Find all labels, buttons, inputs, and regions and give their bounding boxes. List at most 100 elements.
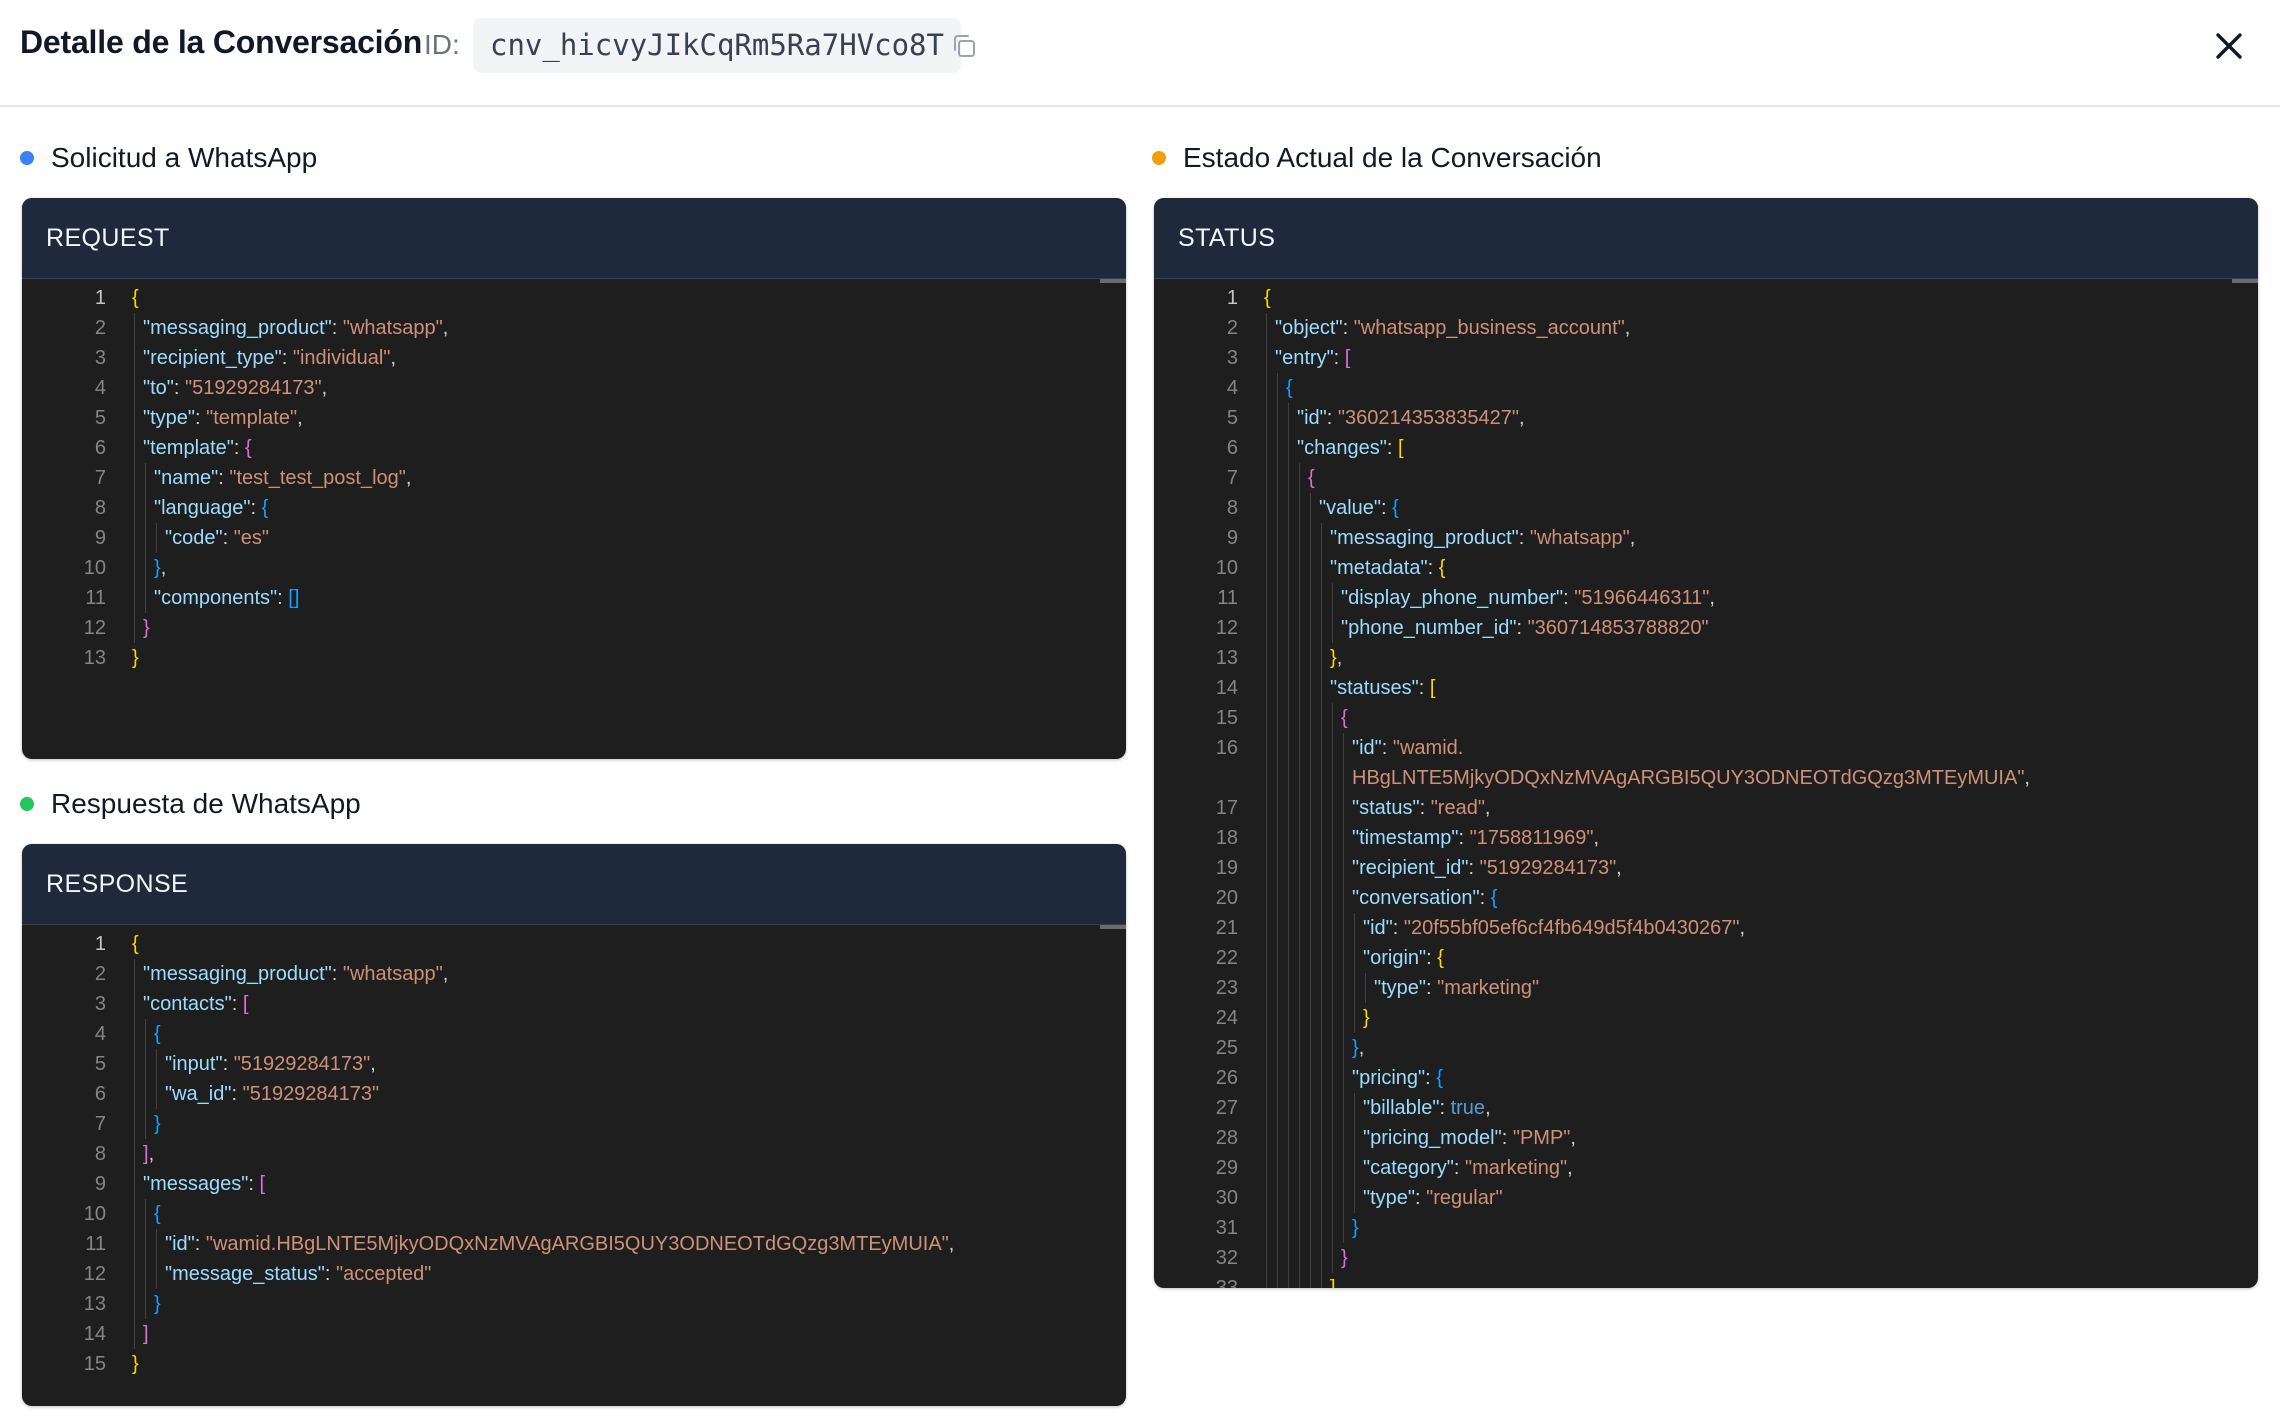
line-number: 12 [83,617,106,639]
code-line: "message_status": "accepted" [165,1263,432,1285]
code-line: "messaging_product": "whatsapp", [143,963,449,985]
line-number: 27 [1215,1097,1238,1119]
line-number: 3 [94,347,106,369]
line-number: 24 [1215,1007,1238,1029]
line-number: 8 [1226,497,1238,519]
line-number: 1 [1226,287,1238,309]
code-line: "template": { [143,437,252,459]
code-line: { [1308,467,1315,489]
line-number: 2 [94,317,106,339]
line-number: 16 [1215,737,1238,759]
response-panel-header: RESPONSE [22,844,1126,925]
code-line: }, [154,557,167,579]
code-line: { [132,287,139,309]
code-line: } [154,1293,161,1315]
code-line: "type": "marketing" [1374,977,1540,999]
close-icon[interactable] [2213,30,2245,62]
line-number: 2 [94,963,106,985]
code-line: "pricing_model": "PMP", [1363,1127,1576,1149]
code-line: "origin": { [1363,947,1444,969]
code-line: "entry": [ [1275,347,1351,369]
line-number: 4 [94,377,106,399]
line-number: 14 [83,1323,106,1345]
line-number: 4 [1226,377,1238,399]
indent-guide [1310,493,1311,1288]
code-line: "name": "test_test_post_log", [154,467,412,489]
line-number: 7 [1226,467,1238,489]
line-number: 20 [1215,887,1238,909]
line-number: 1 [94,287,106,309]
indent-guide [145,1019,146,1139]
indent-guide [156,1229,157,1289]
code-line: "messaging_product": "whatsapp", [1330,527,1636,549]
request-code-panel: REQUEST 1 2 3 4 5 6 7 8 9 10 11 12 13 {"messaging_pr… [22,198,1126,759]
request-scrollbar[interactable] [1100,279,1126,283]
line-number: 11 [1217,587,1238,609]
code-line: } [132,1353,139,1375]
indent-guide [1266,313,1267,1288]
code-line: "billable": true, [1363,1097,1491,1119]
line-number: 21 [1215,917,1238,939]
status-scrollbar[interactable] [2232,279,2258,283]
line-number: 19 [1215,857,1238,879]
code-line: { [1264,287,1271,309]
code-line: } [154,1113,161,1135]
line-number: 32 [1215,1247,1238,1269]
response-code-editor[interactable]: 1 2 3 4 5 6 7 8 9 10 11 12 13 14 15 {"messaging_produc… [22,925,1126,1406]
indent-guide [1277,373,1278,1288]
line-number: 26 [1215,1067,1238,1089]
code-line: } [1363,1007,1370,1029]
line-number: 8 [94,1143,106,1165]
id-label: ID: [424,29,460,60]
dialog-header: Detalle de la Conversación ID: cnv_hicvy… [0,0,2280,107]
indent-guide [134,959,135,1349]
code-line: "statuses": [ [1330,677,1436,699]
status-section-label: Estado Actual de la Conversación [1183,142,1602,173]
request-panel-header: REQUEST [22,198,1126,279]
request-section-title: Solicitud a WhatsApp [20,142,317,174]
code-line: }, [1352,1037,1365,1059]
line-number: 11 [85,1233,106,1255]
code-line: "display_phone_number": "51966446311", [1341,587,1715,609]
line-number: 33 [1215,1277,1238,1288]
code-line: "id": "20f55bf05ef6cf4fb649d5f4b0430267"… [1363,917,1746,939]
line-number: 9 [1226,527,1238,549]
code-line: } [1352,1217,1359,1239]
response-code-panel: RESPONSE 1 2 3 4 5 6 7 8 9 10 11 12 13 14 15 {"messagi… [22,844,1126,1406]
indent-guide [156,1049,157,1109]
status-panel-header: STATUS [1154,198,2258,279]
request-section-label: Solicitud a WhatsApp [51,142,318,173]
line-number: 10 [83,557,106,579]
indent-guide [1299,463,1300,1288]
line-number: 23 [1215,977,1238,999]
line-number: 25 [1215,1037,1238,1059]
copy-icon[interactable] [950,32,978,60]
indent-guide [1332,583,1333,643]
line-number: 7 [94,1113,106,1135]
line-number: 5 [1226,407,1238,429]
code-line: "phone_number_id": "360714853788820" [1341,617,1709,639]
line-number: 6 [94,1083,106,1105]
response-scrollbar[interactable] [1100,925,1126,929]
line-number: 6 [94,437,106,459]
line-number: 15 [83,1353,106,1375]
code-line: HBgLNTE5MjkyODQxNzMVAgARGBI5QUY3ODNEOTdG… [1352,767,2030,789]
code-line: ] [1330,1277,1336,1288]
line-number: 30 [1215,1187,1238,1209]
code-line: }, [1330,647,1343,669]
code-line: "input": "51929284173", [165,1053,376,1075]
response-status-dot [20,797,34,811]
line-number: 13 [83,1293,106,1315]
line-number: 29 [1215,1157,1238,1179]
code-line: "messaging_product": "whatsapp", [143,317,449,339]
code-line: { [154,1203,161,1225]
line-number: 4 [94,1023,106,1045]
line-number: 28 [1215,1127,1238,1149]
line-number: 31 [1215,1217,1238,1239]
code-line: "metadata": { [1330,557,1446,579]
request-code-editor[interactable]: 1 2 3 4 5 6 7 8 9 10 11 12 13 {"messaging_product": … [22,279,1126,759]
line-number: 13 [83,647,106,669]
status-code-editor[interactable]: 1 2 3 4 5 6 7 8 9 10 11 12 13 14 15 16 17 18 19 20 21 22 23 24 2… [1154,279,2258,1288]
code-line: } [143,617,150,639]
line-number: 18 [1215,827,1238,849]
